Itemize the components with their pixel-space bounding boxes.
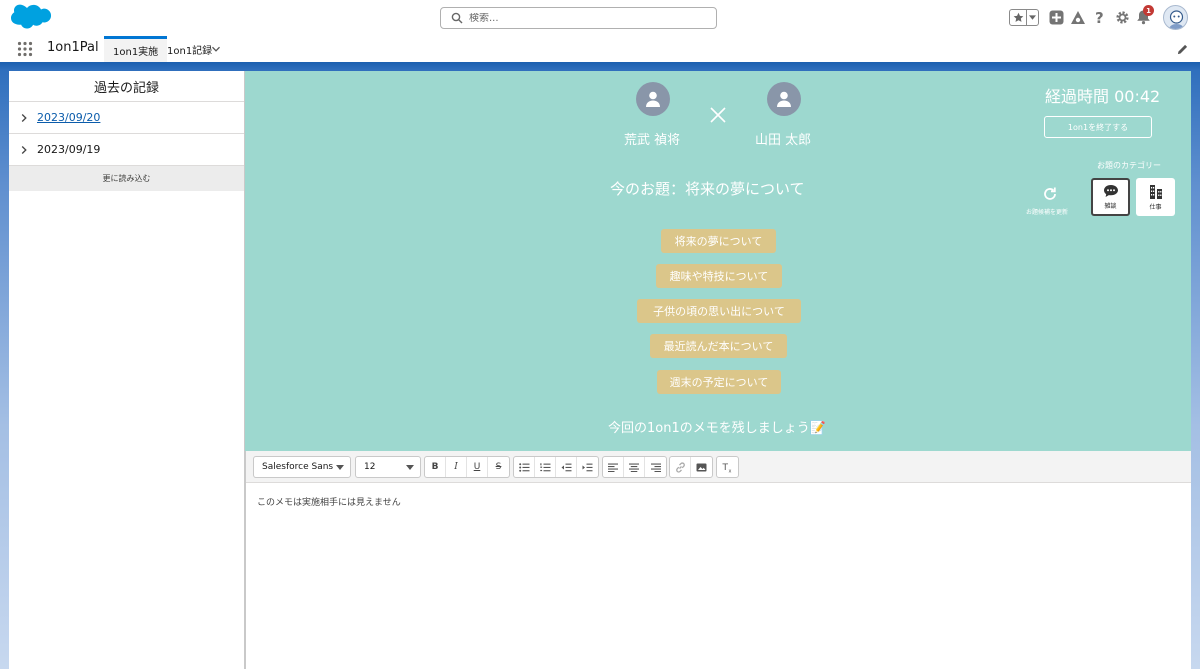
- app-name: 1on1Pal: [47, 40, 99, 55]
- list-group: [513, 456, 599, 478]
- elapsed-time: 経過時間 00:42: [1045, 87, 1161, 106]
- record-date: 2023/09/19: [37, 143, 101, 156]
- underline-icon[interactable]: U: [467, 457, 488, 477]
- app-launcher-icon[interactable]: [17, 41, 33, 57]
- numbered-list-icon[interactable]: [535, 457, 556, 477]
- topic-chip[interactable]: 週末の予定について: [657, 370, 781, 394]
- end-session-button[interactable]: 1on1を終了する: [1044, 116, 1152, 138]
- align-left-icon[interactable]: [603, 457, 624, 477]
- font-family-select[interactable]: Salesforce Sans: [253, 456, 351, 478]
- memo-editor: Salesforce Sans 12 B I U S T x このメモは実施相手…: [245, 451, 1191, 669]
- history-title: 過去の記録: [9, 71, 244, 102]
- align-center-icon[interactable]: [624, 457, 645, 477]
- category-work-label: 仕事: [1149, 203, 1162, 211]
- close-icon: [710, 107, 726, 123]
- load-more-button[interactable]: 更に読み込む: [9, 166, 244, 191]
- plus-icon[interactable]: [1049, 10, 1064, 25]
- global-search[interactable]: [440, 7, 717, 29]
- outdent-icon[interactable]: [556, 457, 577, 477]
- history-panel: 過去の記録 2023/09/20 2023/09/19 更に読み込む: [9, 71, 245, 669]
- link-icon[interactable]: [670, 457, 691, 477]
- topic-chip[interactable]: 子供の頃の思い出について: [637, 299, 801, 323]
- avatar: [767, 82, 801, 116]
- notification-badge: 1: [1143, 5, 1154, 16]
- chevron-down-icon[interactable]: [1027, 10, 1038, 25]
- global-header: ? 1: [0, 0, 1200, 36]
- participant-left-name: 荒武 禎将: [624, 133, 681, 148]
- category-chat-button[interactable]: 雑談: [1091, 178, 1130, 216]
- star-icon[interactable]: [1010, 10, 1028, 25]
- editor-toolbar: Salesforce Sans 12 B I U S T x: [246, 451, 1191, 483]
- gear-icon[interactable]: [1115, 10, 1130, 25]
- category-work-button[interactable]: 仕事: [1136, 178, 1175, 216]
- search-input[interactable]: [469, 12, 709, 24]
- favorites-group[interactable]: [1009, 9, 1039, 26]
- caret-down-icon: [406, 465, 414, 470]
- font-family-value: Salesforce Sans: [262, 462, 334, 472]
- category-chat-label: 雑談: [1104, 203, 1117, 210]
- indent-icon[interactable]: [577, 457, 598, 477]
- history-record[interactable]: 2023/09/19: [9, 134, 244, 166]
- trailhead-icon[interactable]: [1070, 10, 1086, 25]
- chevron-right-icon[interactable]: [19, 145, 29, 155]
- salesforce-logo[interactable]: [10, 4, 52, 32]
- avatar: [636, 82, 670, 116]
- align-right-icon[interactable]: [645, 457, 666, 477]
- refresh-topics-label[interactable]: お題候補を更新: [1026, 207, 1068, 216]
- building-icon: [1149, 184, 1162, 199]
- font-size-select[interactable]: 12: [355, 456, 421, 478]
- topic-chip[interactable]: 趣味や特技について: [656, 264, 782, 288]
- session-panel: 荒武 禎将 山田 太郎 経過時間 00:42 1on1を終了する お題のカテゴリ…: [245, 71, 1191, 451]
- refresh-icon[interactable]: [1042, 186, 1058, 202]
- font-size-value: 12: [364, 462, 376, 472]
- svg-text:x: x: [729, 468, 732, 473]
- history-record[interactable]: 2023/09/20: [9, 102, 244, 134]
- app-nav-bar: 1on1Pal 1on1実施 1on1記録: [0, 36, 1200, 62]
- participant-right-name: 山田 太郎: [755, 133, 812, 148]
- align-group: [602, 456, 667, 478]
- clear-format-icon[interactable]: Tx: [717, 457, 738, 477]
- help-icon[interactable]: ?: [1094, 9, 1106, 26]
- bold-icon[interactable]: B: [425, 457, 446, 477]
- user-avatar[interactable]: [1163, 5, 1188, 30]
- user-icon: [646, 91, 660, 107]
- chevron-down-icon[interactable]: [211, 44, 221, 54]
- category-label: お題のカテゴリー: [1097, 161, 1161, 170]
- topic-chip[interactable]: 最近読んだ本について: [650, 334, 787, 358]
- italic-icon[interactable]: I: [446, 457, 467, 477]
- caret-down-icon: [336, 465, 344, 470]
- memo-prompt: 今回の1on1のメモを残しましょう📝: [608, 421, 826, 436]
- user-icon: [777, 91, 791, 107]
- insert-group: [669, 456, 713, 478]
- memo-textarea-placeholder[interactable]: このメモは実施相手には見えません: [257, 495, 401, 508]
- search-icon: [451, 12, 463, 24]
- record-date-link[interactable]: 2023/09/20: [37, 111, 100, 124]
- chat-icon: [1103, 185, 1118, 197]
- bullet-list-icon[interactable]: [514, 457, 535, 477]
- strikethrough-icon[interactable]: S: [488, 457, 509, 477]
- svg-text:?: ?: [1095, 9, 1104, 26]
- pencil-icon[interactable]: [1177, 44, 1188, 55]
- text-format-group: B I U S: [424, 456, 510, 478]
- image-icon[interactable]: [691, 457, 712, 477]
- chevron-right-icon[interactable]: [19, 113, 29, 123]
- topic-chip[interactable]: 将来の夢について: [661, 229, 776, 253]
- clear-format-group: Tx: [716, 456, 739, 478]
